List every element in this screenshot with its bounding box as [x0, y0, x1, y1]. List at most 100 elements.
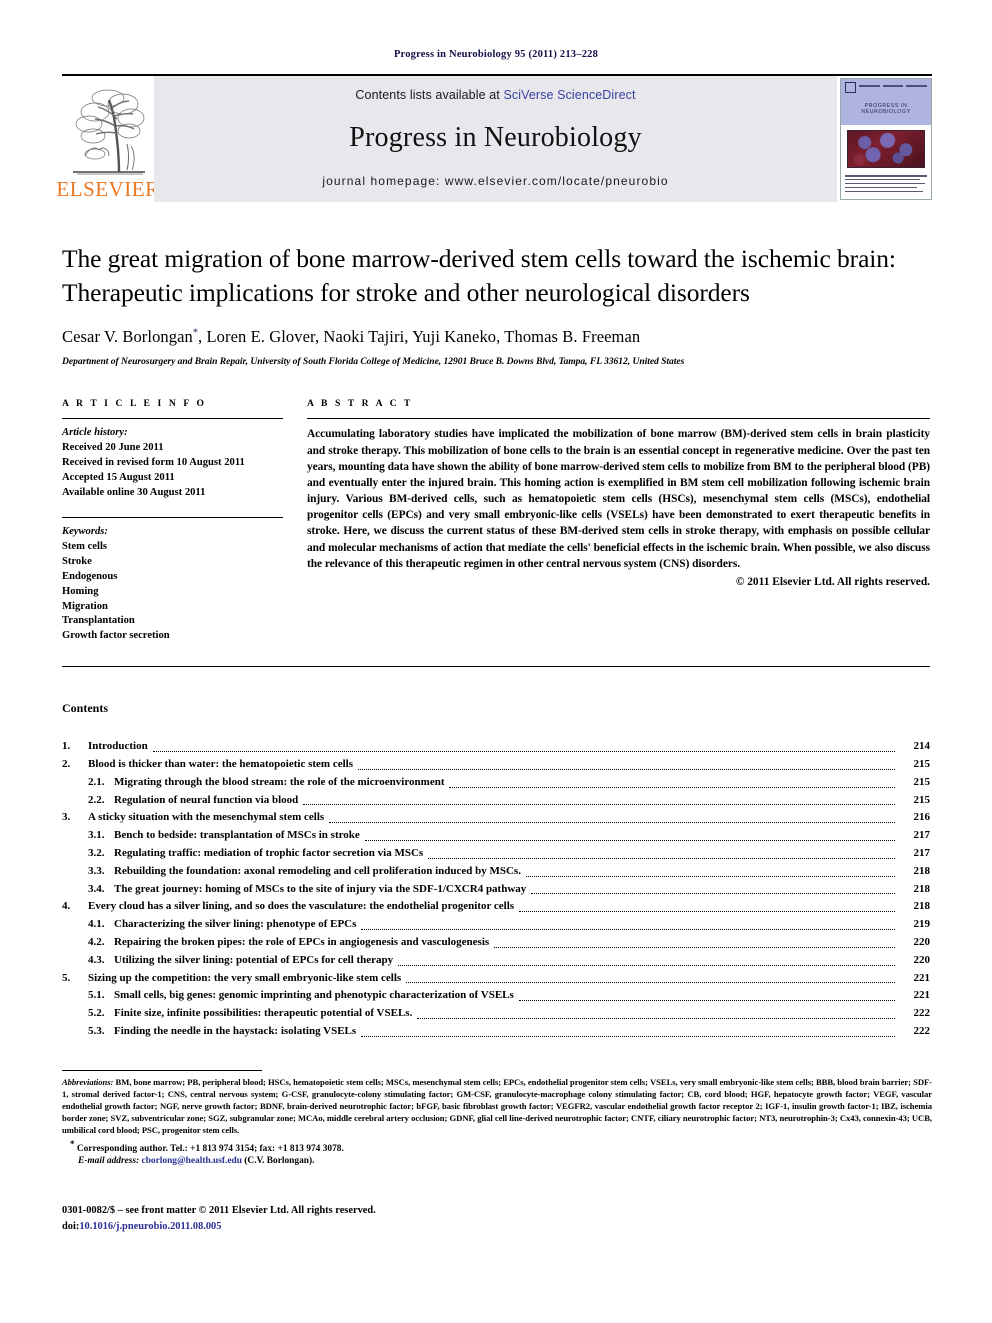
elsevier-wordmark: ELSEVIER	[56, 177, 160, 201]
list-item[interactable]: 5.1. Small cells, big genes: genomic imp…	[62, 987, 930, 1005]
section-divider	[62, 666, 930, 668]
toc-page: 215	[913, 757, 931, 770]
contents-section: Contents 1. Introduction 214 2. Blood is…	[62, 701, 930, 1041]
journal-homepage[interactable]: journal homepage: www.elsevier.com/locat…	[322, 174, 668, 188]
toc-label[interactable]: Every cloud has a silver lining, and so …	[88, 898, 514, 916]
cover-rule	[882, 85, 904, 87]
toc-number: 4.	[62, 900, 71, 913]
toc-number: 3.	[62, 811, 71, 824]
keyword-item: Endogenous	[62, 570, 118, 582]
toc-leader	[303, 804, 895, 806]
toc-label[interactable]: Small cells, big genes: genomic imprinti…	[114, 987, 514, 1005]
list-item[interactable]: 3.1. Bench to bedside: transplantation o…	[62, 827, 930, 845]
journal-cover-cell: PROGRESS IN NEUROBIOLOGY	[837, 76, 932, 202]
toc-number: 2.1.	[88, 775, 105, 788]
toc-label[interactable]: Regulation of neural function via blood	[114, 792, 298, 810]
toc-number: 3.2.	[88, 846, 105, 859]
abstract-text: Accumulating laboratory studies have imp…	[307, 428, 930, 570]
abstract-copyright: © 2011 Elsevier Ltd. All rights reserved…	[735, 576, 930, 588]
footnote-divider	[62, 1070, 262, 1071]
list-item[interactable]: 3.3. Rebuilding the foundation: axonal r…	[62, 863, 930, 881]
toc-label[interactable]: The great journey: homing of MSCs to the…	[114, 881, 526, 899]
abbreviations-text: BM, bone marrow; PB, peripheral blood; H…	[62, 1077, 932, 1136]
toc-number: 2.	[62, 757, 71, 770]
toc-page: 214	[913, 740, 931, 753]
toc-leader	[329, 822, 895, 824]
email-link[interactable]: cborlong@health.usf.edu	[142, 1156, 242, 1166]
contents-lists-line: Contents lists available at SciVerse Sci…	[355, 88, 635, 102]
toc-label[interactable]: Finding the needle in the haystack: isol…	[114, 1023, 356, 1041]
list-item[interactable]: 2.2. Regulation of neural function via b…	[62, 792, 930, 810]
authors-rest: , Loren E. Glover, Naoki Tajiri, Yuji Ka…	[198, 327, 641, 347]
cover-rule	[859, 85, 880, 87]
list-item[interactable]: 3.2. Regulating traffic: mediation of tr…	[62, 845, 930, 863]
history-item: Received 20 June 2011	[62, 442, 164, 454]
article-first-page: Progress in Neurobiology 95 (2011) 213–2…	[0, 0, 992, 1323]
page-title: The great migration of bone marrow-deriv…	[62, 244, 896, 307]
keyword-item: Homing	[62, 585, 99, 597]
toc-label[interactable]: Migrating through the blood stream: the …	[114, 774, 444, 792]
doi-link[interactable]: 10.1016/j.pneurobio.2011.08.005	[79, 1221, 221, 1232]
toc-leader	[152, 750, 895, 752]
toc-leader	[428, 857, 895, 859]
toc-leader	[531, 893, 895, 895]
toc-leader	[449, 786, 895, 788]
divider	[307, 418, 930, 420]
toc-label[interactable]: Blood is thicker than water: the hematop…	[88, 756, 353, 774]
list-item[interactable]: 4. Every cloud has a silver lining, and …	[62, 898, 930, 916]
keywords-list: Keywords: Stem cells Stroke Endogenous H…	[62, 525, 283, 644]
toc-page: 220	[913, 936, 931, 949]
abstract-heading: A B S T R A C T	[307, 398, 413, 410]
list-item[interactable]: 5.3. Finding the needle in the haystack:…	[62, 1023, 930, 1041]
toc-label[interactable]: Rebuilding the foundation: axonal remode…	[114, 863, 521, 881]
toc-label[interactable]: Finite size, infinite possibilities: the…	[114, 1005, 412, 1023]
list-item[interactable]: 1. Introduction 214	[62, 738, 930, 756]
table-of-contents: 1. Introduction 214 2. Blood is thicker …	[62, 738, 930, 1041]
cover-top-strip	[845, 81, 928, 93]
toc-page: 222	[913, 1025, 931, 1038]
list-item[interactable]: 3. A sticky situation with the mesenchym…	[62, 809, 930, 827]
list-item[interactable]: 5.2. Finite size, infinite possibilities…	[62, 1005, 930, 1023]
toc-page: 220	[913, 953, 931, 966]
list-item[interactable]: 4.2. Repairing the broken pipes: the rol…	[62, 934, 930, 952]
toc-page: 216	[913, 811, 931, 824]
toc-label[interactable]: A sticky situation with the mesenchymal …	[88, 809, 324, 827]
list-item[interactable]: 2. Blood is thicker than water: the hema…	[62, 756, 930, 774]
toc-leader	[519, 911, 895, 913]
toc-label[interactable]: Sizing up the competition: the very smal…	[88, 970, 401, 988]
toc-leader	[361, 929, 895, 931]
email-suffix: (C.V. Borlongan).	[241, 1156, 315, 1167]
toc-page: 222	[913, 1007, 931, 1020]
front-matter-line: 0301-0082/$ – see front matter © 2011 El…	[62, 1205, 376, 1216]
list-item[interactable]: 3.4. The great journey: homing of MSCs t…	[62, 881, 930, 899]
toc-label[interactable]: Characterizing the silver lining: phenot…	[114, 916, 356, 934]
toc-label[interactable]: Introduction	[88, 738, 148, 756]
toc-label[interactable]: Repairing the broken pipes: the role of …	[114, 934, 489, 952]
toc-label[interactable]: Bench to bedside: transplantation of MSC…	[114, 827, 360, 845]
toc-label[interactable]: Regulating traffic: mediation of trophic…	[114, 845, 423, 863]
journal-cover-thumbnail[interactable]: PROGRESS IN NEUROBIOLOGY	[840, 78, 932, 200]
toc-leader	[494, 946, 895, 948]
toc-number: 1.	[62, 740, 71, 753]
affiliation: Department of Neurosurgery and Brain Rep…	[62, 356, 685, 368]
cover-microscopy-image	[847, 130, 925, 168]
history-item: Accepted 15 August 2011	[62, 471, 175, 483]
divider	[62, 418, 283, 420]
list-item[interactable]: 5. Sizing up the competition: the very s…	[62, 970, 930, 988]
journal-masthead: ELSEVIER Contents lists available at Sci…	[56, 74, 932, 202]
history-item: Received in revised form 10 August 2011	[62, 456, 245, 468]
title-block: The great migration of bone marrow-deriv…	[62, 242, 930, 367]
email-note: E-mail address: cborlong@health.usf.edu …	[62, 1156, 932, 1166]
toc-page: 217	[913, 829, 931, 842]
toc-number: 5.1.	[88, 989, 105, 1002]
list-item[interactable]: 2.1. Migrating through the blood stream:…	[62, 774, 930, 792]
cover-header: PROGRESS IN NEUROBIOLOGY	[841, 79, 931, 125]
cover-elsevier-mark	[845, 81, 856, 93]
elsevier-logo: ELSEVIER	[56, 76, 159, 202]
contents-lists-prefix: Contents lists available at	[355, 88, 504, 102]
toc-page: 218	[913, 900, 931, 913]
sciencedirect-link[interactable]: SciVerse ScienceDirect	[503, 88, 635, 102]
toc-label[interactable]: Utilizing the silver lining: potential o…	[114, 952, 393, 970]
list-item[interactable]: 4.3. Utilizing the silver lining: potent…	[62, 952, 930, 970]
list-item[interactable]: 4.1. Characterizing the silver lining: p…	[62, 916, 930, 934]
